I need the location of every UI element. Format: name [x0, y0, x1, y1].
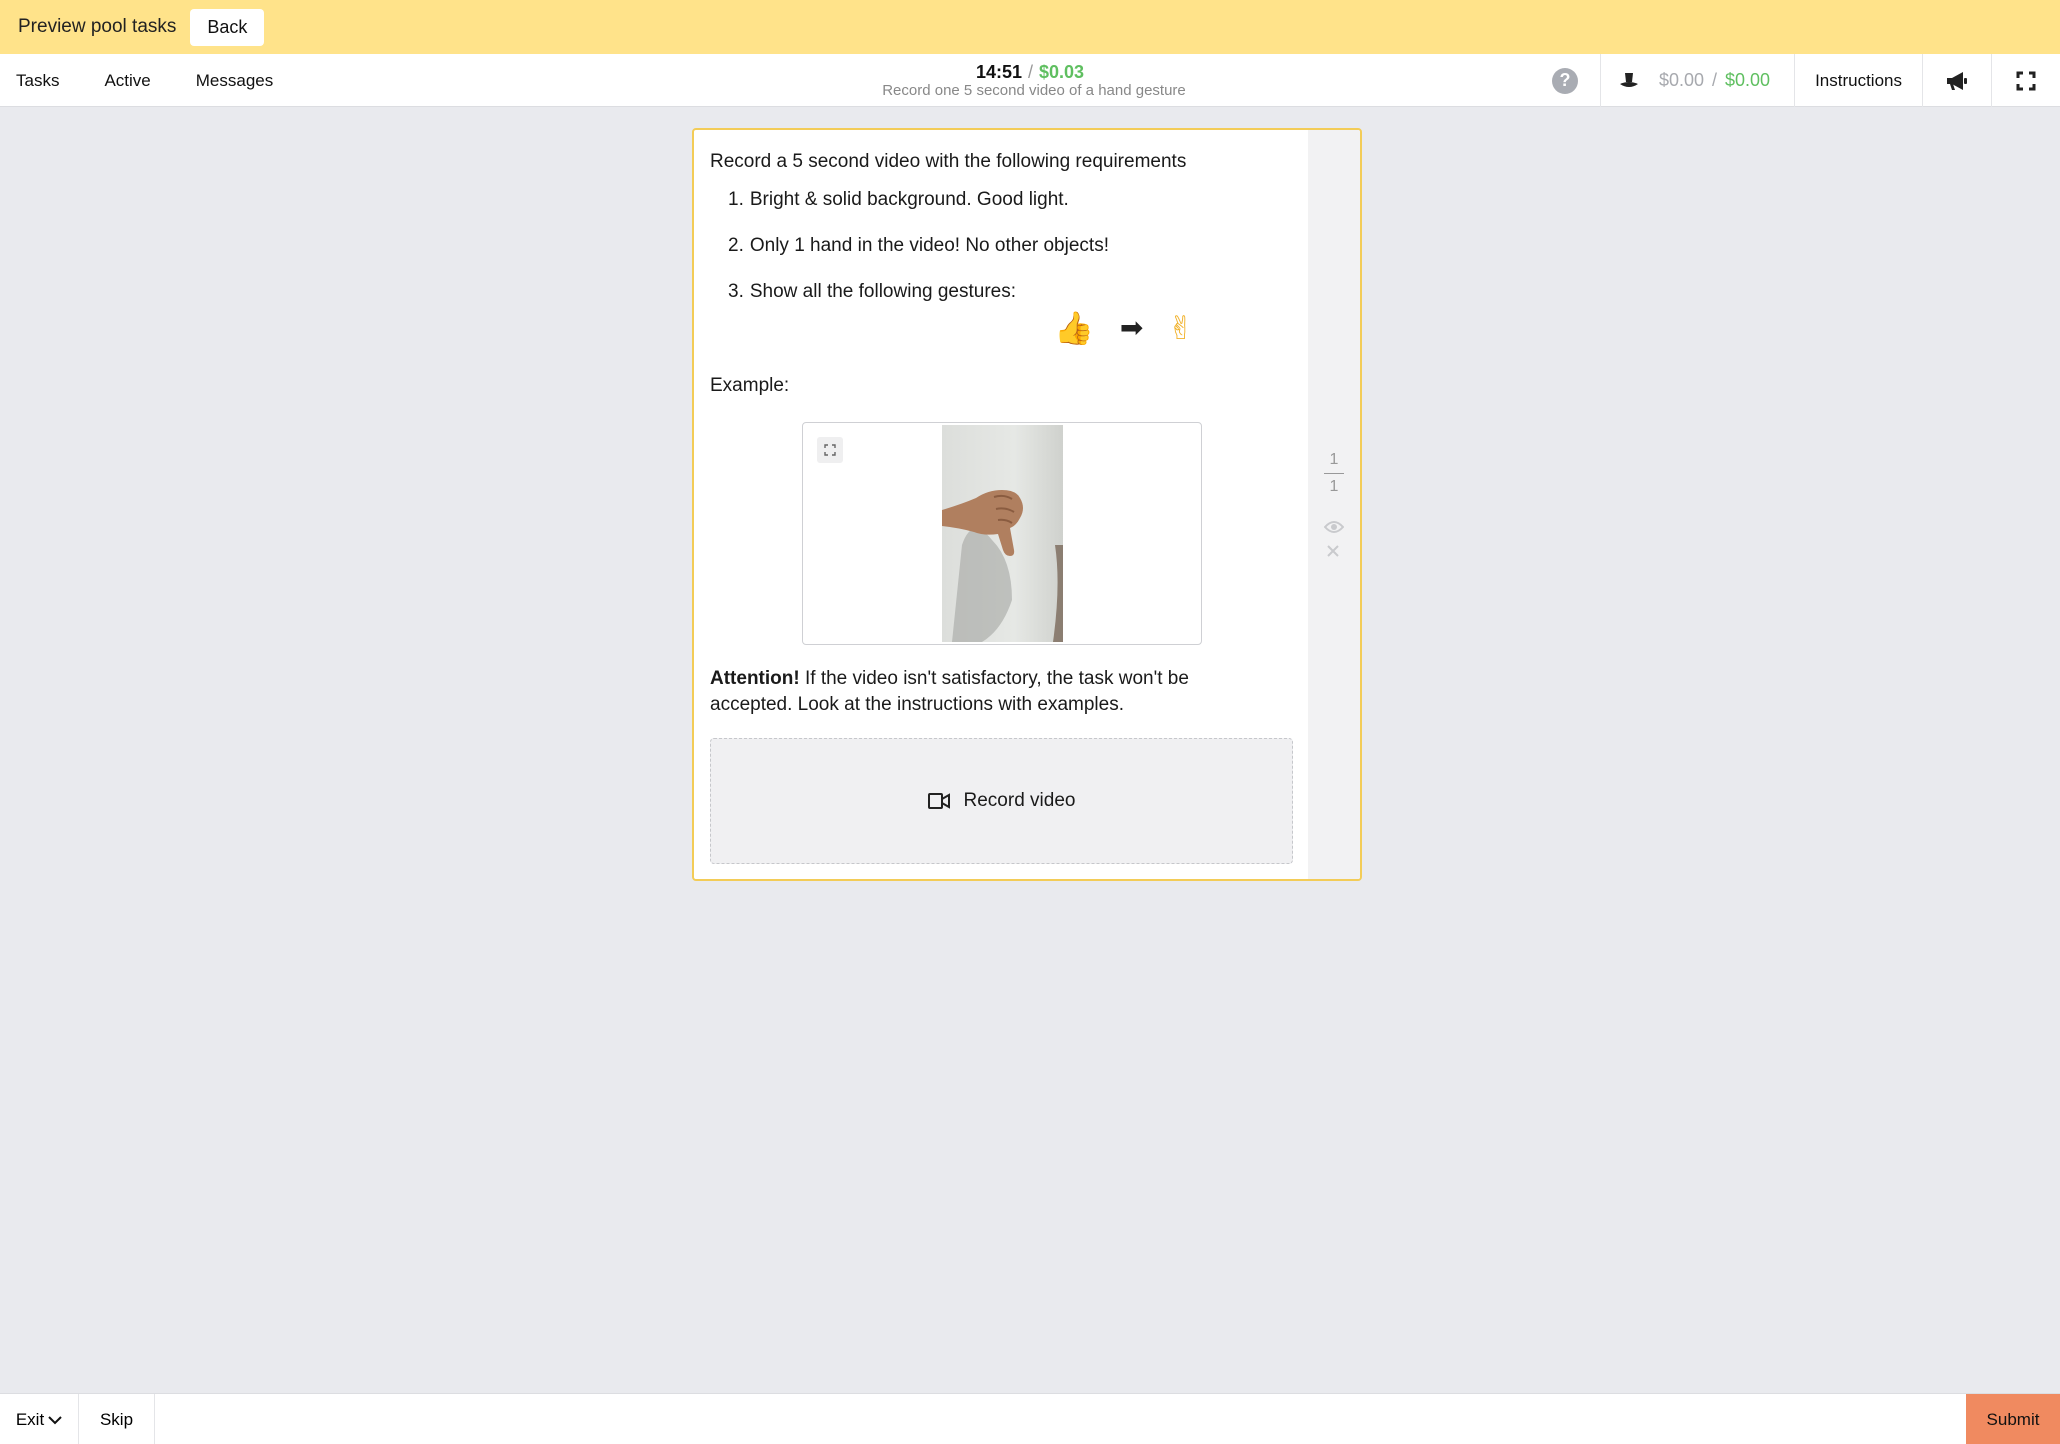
record-video-button[interactable]: Record video [710, 738, 1293, 864]
top-toolbar: Tasks Active Messages 14:51/$0.03 Record… [0, 54, 2060, 107]
nav-tasks[interactable]: Tasks [16, 71, 59, 91]
list-text: Bright & solid background. Good light. [749, 189, 1069, 210]
list-item: 1. Bright & solid background. Good light. [728, 187, 1294, 212]
video-camera-icon [927, 792, 950, 810]
question-circle-icon[interactable]: ? [1551, 67, 1578, 94]
task-sidebar: 1 1 [1308, 130, 1360, 879]
balance[interactable]: $0.00 / $0.00 [1601, 70, 1794, 91]
counter-current: 1 [1329, 451, 1339, 468]
thumbs-up-icon: 👍 [1054, 308, 1094, 347]
arrow-right-icon: ➡ [1119, 311, 1144, 344]
task-reward: $0.03 [1039, 62, 1085, 82]
task-card: Record a 5 second video with the followi… [692, 128, 1362, 881]
back-button[interactable]: Back [190, 8, 265, 46]
timer: 14:51 [975, 62, 1022, 82]
expand-icon[interactable] [817, 437, 843, 463]
exit-label: Exit [15, 1409, 45, 1429]
balance-current: $0.00 [1658, 70, 1704, 90]
skip-button[interactable]: Skip [79, 1394, 155, 1444]
hat-icon [1619, 71, 1639, 91]
counter-total: 1 [1329, 478, 1339, 495]
bottom-toolbar: Exit Skip Submit [0, 1393, 2060, 1444]
attention-note: Attention! If the video isn't satisfacto… [710, 666, 1270, 718]
main-nav: Tasks Active Messages [0, 54, 300, 107]
megaphone-icon[interactable] [1923, 54, 1991, 107]
list-text: Show all the following gestures: [749, 281, 1017, 302]
submit-button[interactable]: Submit [1966, 1394, 2060, 1444]
list-item: 2. Only 1 hand in the video! No other obj… [728, 233, 1294, 258]
record-video-label: Record video [963, 790, 1076, 811]
chevron-down-icon [48, 1415, 62, 1425]
preview-banner: Preview pool tasks Back [0, 0, 2060, 54]
example-video[interactable] [802, 422, 1202, 645]
list-number: 3. [728, 281, 744, 302]
counter-divider [1324, 473, 1344, 474]
list-text: Only 1 hand in the video! No other objec… [749, 235, 1109, 256]
eye-icon[interactable] [1323, 520, 1345, 539]
task-content: Record a 5 second video with the followi… [694, 130, 1310, 879]
list-number: 1. [728, 189, 744, 210]
fullscreen-icon[interactable] [1992, 54, 2060, 107]
example-label: Example: [710, 375, 790, 396]
exit-button[interactable]: Exit [0, 1394, 79, 1444]
attention-label: Attention! [710, 668, 800, 689]
gesture-sequence: 👍 ➡ ✌ [1054, 311, 1194, 344]
right-tools: ? $0.00 / $0.00 Instructions [1551, 54, 2060, 107]
requirements-list: 1. Bright & solid background. Good light.… [710, 187, 1294, 304]
list-number: 2. [728, 235, 744, 256]
preview-title: Preview pool tasks [18, 16, 177, 37]
task-heading: Record a 5 second video with the followi… [710, 151, 1187, 172]
nav-messages[interactable]: Messages [196, 71, 273, 91]
balance-total: $0.00 [1725, 70, 1771, 90]
list-item: 3. Show all the following gestures: [728, 279, 1294, 304]
example-thumbnail [942, 425, 1063, 642]
close-icon[interactable] [1325, 543, 1341, 564]
instructions-button[interactable]: Instructions [1795, 71, 1922, 91]
victory-hand-icon: ✌ [1167, 308, 1195, 347]
balance-separator: / [1712, 70, 1718, 90]
task-counter: 1 1 [1308, 450, 1360, 497]
timer-separator: / [1027, 62, 1033, 82]
nav-active[interactable]: Active [104, 71, 150, 91]
